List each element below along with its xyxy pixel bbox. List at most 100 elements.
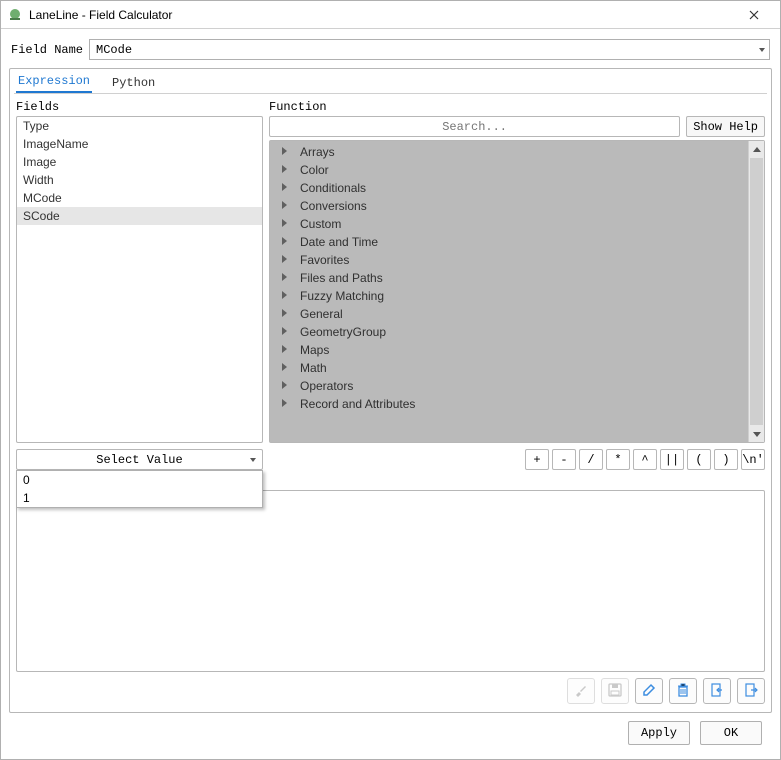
function-category[interactable]: General: [270, 305, 748, 323]
expression-toolbar: [12, 672, 769, 706]
function-category-label: Arrays: [300, 145, 335, 159]
lists-row: TypeImageNameImageWidthMCodeSCode Show H…: [12, 116, 769, 443]
chevron-right-icon: [282, 165, 292, 175]
operator-button[interactable]: ): [714, 449, 738, 470]
main-panel: Expression Python Fields Function TypeIm…: [9, 68, 772, 713]
operator-button[interactable]: +: [525, 449, 549, 470]
edit-button[interactable]: [635, 678, 663, 704]
import-button[interactable]: [703, 678, 731, 704]
delete-icon: [675, 682, 691, 701]
select-value-option[interactable]: 0: [17, 471, 262, 489]
fields-list-item[interactable]: SCode: [17, 207, 262, 225]
function-column: Show Help Arrays Color Conditionals Convers…: [269, 116, 765, 443]
function-category[interactable]: Custom: [270, 215, 748, 233]
chevron-right-icon: [282, 363, 292, 373]
fields-list-item[interactable]: Type: [17, 117, 262, 135]
function-category[interactable]: Files and Paths: [270, 269, 748, 287]
function-category[interactable]: GeometryGroup: [270, 323, 748, 341]
import-icon: [709, 682, 725, 701]
chevron-right-icon: [282, 183, 292, 193]
edit-icon: [641, 682, 657, 701]
operator-button[interactable]: *: [606, 449, 630, 470]
chevron-right-icon: [282, 345, 292, 355]
operator-button[interactable]: ^: [633, 449, 657, 470]
scroll-thumb[interactable]: [750, 158, 763, 425]
close-button[interactable]: [734, 1, 774, 29]
titlebar: LaneLine - Field Calculator: [1, 1, 780, 29]
function-category-label: Record and Attributes: [300, 397, 415, 411]
chevron-right-icon: [282, 291, 292, 301]
chevron-right-icon: [282, 273, 292, 283]
chevron-right-icon: [282, 327, 292, 337]
function-category[interactable]: Color: [270, 161, 748, 179]
function-category[interactable]: Fuzzy Matching: [270, 287, 748, 305]
save-icon: [607, 682, 623, 701]
operator-button[interactable]: /: [579, 449, 603, 470]
function-category-label: Conditionals: [300, 181, 366, 195]
function-category[interactable]: Date and Time: [270, 233, 748, 251]
function-category[interactable]: Arrays: [270, 143, 748, 161]
field-calculator-window: LaneLine - Field Calculator Field Name M…: [0, 0, 781, 760]
apply-button[interactable]: Apply: [628, 721, 690, 745]
chevron-right-icon: [282, 147, 292, 157]
function-search-row: Show Help: [269, 116, 765, 137]
chevron-right-icon: [282, 255, 292, 265]
function-category[interactable]: Conversions: [270, 197, 748, 215]
function-category[interactable]: Maps: [270, 341, 748, 359]
field-name-label: Field Name: [11, 43, 83, 57]
fields-label: Fields: [16, 100, 269, 114]
function-category-label: Maps: [300, 343, 329, 357]
window-title: LaneLine - Field Calculator: [29, 8, 734, 22]
fields-list-item[interactable]: Image: [17, 153, 262, 171]
chevron-right-icon: [282, 201, 292, 211]
tab-python[interactable]: Python: [110, 74, 157, 93]
mid-row: Select Value 01 +-/*^||()\n': [12, 443, 769, 474]
operator-button[interactable]: -: [552, 449, 576, 470]
operator-button[interactable]: (: [687, 449, 711, 470]
fields-list-item[interactable]: Width: [17, 171, 262, 189]
delete-button[interactable]: [669, 678, 697, 704]
function-tree-wrap: Arrays Color Conditionals Conversions Custom…: [269, 140, 765, 443]
chevron-right-icon: [282, 399, 292, 409]
chevron-right-icon: [282, 381, 292, 391]
function-category-label: Date and Time: [300, 235, 378, 249]
select-value-combo[interactable]: Select Value: [16, 449, 263, 470]
fields-list-item[interactable]: MCode: [17, 189, 262, 207]
function-category-label: Custom: [300, 217, 341, 231]
section-labels: Fields Function: [12, 98, 769, 116]
tabs: Expression Python: [12, 71, 769, 93]
function-category-label: Operators: [300, 379, 353, 393]
brush-button: [567, 678, 595, 704]
function-category[interactable]: Conditionals: [270, 179, 748, 197]
field-name-value: MCode: [96, 43, 132, 57]
operator-button[interactable]: \n': [741, 449, 765, 470]
footer: Apply OK: [9, 713, 772, 751]
fields-list-item[interactable]: ImageName: [17, 135, 262, 153]
function-category-label: Fuzzy Matching: [300, 289, 384, 303]
search-input[interactable]: [269, 116, 680, 137]
function-category[interactable]: Math: [270, 359, 748, 377]
tab-expression[interactable]: Expression: [16, 72, 92, 93]
function-category-label: Color: [300, 163, 329, 177]
function-label: Function: [269, 100, 765, 114]
field-name-row: Field Name MCode: [11, 39, 770, 60]
select-value-option[interactable]: 1: [17, 489, 262, 507]
chevron-right-icon: [282, 309, 292, 319]
function-category[interactable]: Record and Attributes: [270, 395, 748, 413]
scroll-down-icon[interactable]: [749, 426, 764, 442]
field-name-combo[interactable]: MCode: [89, 39, 770, 60]
function-category[interactable]: Operators: [270, 377, 748, 395]
function-category-label: GeometryGroup: [300, 325, 386, 339]
operators-row: +-/*^||()\n': [269, 449, 765, 470]
export-button[interactable]: [737, 678, 765, 704]
ok-button[interactable]: OK: [700, 721, 762, 745]
function-tree[interactable]: Arrays Color Conditionals Conversions Custom…: [270, 141, 748, 442]
show-help-button[interactable]: Show Help: [686, 116, 765, 137]
function-category[interactable]: Favorites: [270, 251, 748, 269]
function-scrollbar[interactable]: [748, 141, 764, 442]
scroll-up-icon[interactable]: [749, 141, 764, 157]
operator-button[interactable]: ||: [660, 449, 684, 470]
content-area: Field Name MCode Expression Python Field…: [1, 29, 780, 759]
chevron-down-icon: [250, 458, 256, 462]
expression-textarea[interactable]: [16, 490, 765, 672]
